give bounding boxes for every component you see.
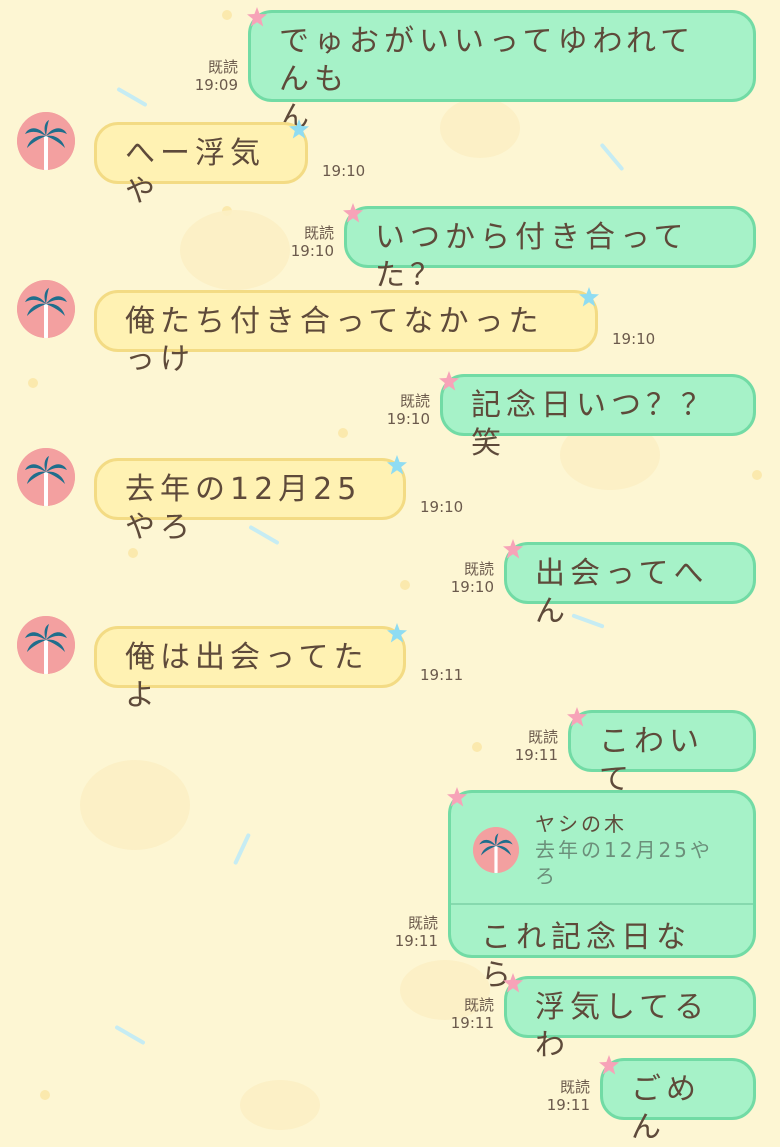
- incoming-message-bubble[interactable]: 去年の12月25やろ: [94, 458, 406, 545]
- outgoing-message-bubble[interactable]: 浮気してるわ: [504, 976, 756, 1063]
- star-icon: [598, 1054, 620, 1076]
- message-time: 19:09: [194, 76, 238, 94]
- message-time: 19:10: [290, 242, 334, 260]
- outgoing-message-bubble[interactable]: 出会ってへん: [504, 542, 756, 629]
- message-text-line-1: でゅおがいいってゆわれてんも: [279, 24, 696, 97]
- message-row-8: 既読 19:11 こわいて: [0, 704, 780, 797]
- palm-tree-icon: [17, 112, 75, 170]
- reply-quote[interactable]: ヤシの木 去年の12月25やろ: [451, 793, 753, 905]
- palm-tree-icon: [473, 827, 519, 873]
- star-icon: [566, 706, 588, 728]
- outgoing-message-bubble[interactable]: いつから付き合ってた？: [344, 206, 756, 293]
- incoming-message-bubble[interactable]: へー浮気や: [94, 122, 308, 209]
- read-status: 既読 19:10: [372, 392, 430, 428]
- avatar[interactable]: [17, 112, 75, 170]
- outgoing-message-bubble[interactable]: ごめん: [600, 1058, 756, 1145]
- star-icon: [386, 454, 408, 476]
- message-time: 19:10: [420, 498, 464, 516]
- star-icon: [246, 6, 268, 28]
- palm-tree-icon: [17, 616, 75, 674]
- message-row-10: 既読 19:11 浮気してるわ: [0, 970, 780, 1063]
- reply-quoted-text: 去年の12月25やろ: [535, 838, 713, 888]
- star-icon: [288, 118, 310, 140]
- message-time: 19:10: [612, 330, 656, 348]
- message-row-5: 去年の12月25やろ 19:10: [0, 448, 780, 545]
- message-row-3: 俺たち付き合ってなかったっけ 19:10: [0, 280, 780, 377]
- message-time: 19:11: [450, 1014, 494, 1032]
- message-time: 19:10: [322, 162, 366, 180]
- avatar[interactable]: [17, 280, 75, 338]
- message-row-7: 俺は出会ってたよ 19:11: [0, 616, 780, 713]
- read-label: 既読: [559, 1078, 590, 1096]
- message-row-0: 既読 19:09 でゅおがいいってゆわれてんも ん: [0, 6, 780, 135]
- message-row-4: 既読 19:10 記念日いつ？？笑: [0, 368, 780, 461]
- read-label: 既読: [399, 392, 430, 410]
- read-label: 既読: [527, 728, 558, 746]
- message-time: 19:11: [546, 1096, 590, 1114]
- read-label: 既読: [207, 58, 238, 76]
- message-row-1: へー浮気や 19:10: [0, 112, 780, 209]
- read-status: 既読 19:09: [180, 58, 238, 94]
- star-icon: [446, 786, 468, 808]
- read-status: 既読 19:11: [436, 996, 494, 1032]
- message-row-9: 既読 19:11 ヤシの木 去年の12月25やろ これ記念日なら: [0, 784, 780, 993]
- star-icon: [342, 202, 364, 224]
- outgoing-message-bubble[interactable]: 記念日いつ？？笑: [440, 374, 756, 461]
- read-label: 既読: [407, 914, 438, 932]
- message-time: 19:10: [450, 578, 494, 596]
- star-icon: [578, 286, 600, 308]
- incoming-message-bubble[interactable]: 俺は出会ってたよ: [94, 626, 406, 713]
- message-row-11: 既読 19:11 ごめん: [0, 1052, 780, 1145]
- star-icon: [502, 972, 524, 994]
- outgoing-message-bubble[interactable]: こわいて: [568, 710, 756, 797]
- message-time: 19:10: [386, 410, 430, 428]
- read-status: 既読 19:11: [380, 914, 438, 950]
- avatar[interactable]: [17, 616, 75, 674]
- read-status: 既読 19:10: [436, 560, 494, 596]
- message-text: ごめん: [631, 1072, 701, 1145]
- read-status: 既読 19:11: [500, 728, 558, 764]
- read-label: 既読: [303, 224, 334, 242]
- reply-sender-name: ヤシの木: [535, 812, 627, 836]
- reply-avatar: [473, 827, 519, 873]
- star-icon: [502, 538, 524, 560]
- reply-message-bubble[interactable]: ヤシの木 去年の12月25やろ これ記念日なら: [448, 790, 756, 993]
- read-label: 既読: [463, 996, 494, 1014]
- star-icon: [438, 370, 460, 392]
- read-status: 既読 19:10: [276, 224, 334, 260]
- outgoing-message-bubble[interactable]: でゅおがいいってゆわれてんも ん: [248, 10, 756, 135]
- avatar[interactable]: [17, 448, 75, 506]
- read-status: 既読 19:11: [532, 1078, 590, 1114]
- read-label: 既読: [463, 560, 494, 578]
- palm-tree-icon: [17, 448, 75, 506]
- message-row-2: 既読 19:10 いつから付き合ってた？: [0, 200, 780, 293]
- message-time: 19:11: [514, 746, 558, 764]
- message-time: 19:11: [420, 666, 464, 684]
- palm-tree-icon: [17, 280, 75, 338]
- star-icon: [386, 622, 408, 644]
- message-time: 19:11: [394, 932, 438, 950]
- message-row-6: 既読 19:10 出会ってへん: [0, 536, 780, 629]
- incoming-message-bubble[interactable]: 俺たち付き合ってなかったっけ: [94, 290, 598, 377]
